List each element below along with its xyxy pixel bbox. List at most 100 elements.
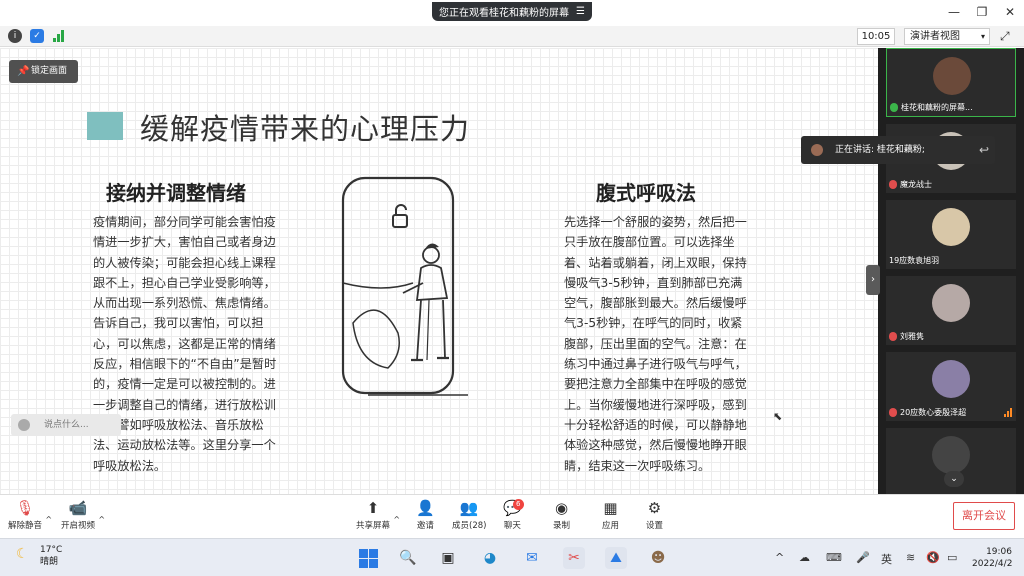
left-heading: 接纳并调整情绪 (106, 181, 246, 205)
clock-date: 2022/4/2 (972, 559, 1013, 569)
meeting-toolbar: 🎙 解除静音 ^ 📹 开启视频 ^ ⬆ 共享屏幕 ^ 👤 邀请 👥 成员(28)… (0, 494, 1024, 538)
mail-icon[interactable]: ✉ (521, 547, 543, 569)
lock-screen-label: 锁定画面 (31, 66, 68, 76)
fullscreen-icon[interactable]: ⤢ (1000, 29, 1010, 44)
pin-icon: 📌 (17, 66, 30, 77)
battery-icon[interactable]: ▭ (947, 551, 957, 564)
windows-start-icon[interactable] (357, 547, 379, 569)
scroll-down-button[interactable]: ⌄ (944, 471, 964, 487)
members-button[interactable]: 👥 成员(28) (452, 499, 486, 531)
avatar (932, 284, 970, 322)
mic-off-icon (889, 408, 897, 417)
participant-name-row: 刘雅隽 (889, 331, 924, 342)
keyboard-icon[interactable]: ⌨ (826, 551, 842, 564)
share-label: 共享屏幕 (356, 521, 391, 531)
chevron-up-icon[interactable]: ^ (393, 515, 400, 524)
weather-temp: 17°C (40, 545, 63, 555)
participant-tile[interactable]: 19应数袁旭羽 (886, 200, 1016, 269)
chevron-up-icon[interactable]: ^ (775, 551, 784, 564)
chat-quick-input[interactable]: 说点什么... (11, 414, 121, 436)
settings-button[interactable]: ⚙ 设置 (646, 499, 663, 531)
participant-name: 魔龙战士 (900, 180, 932, 189)
mute-button[interactable]: 🎙 解除静音 ^ (8, 499, 52, 531)
menu-icon[interactable]: ☰ (576, 6, 585, 17)
search-icon[interactable]: 🔍 (397, 547, 419, 569)
participant-tile[interactable]: 桂花和藕粉的屏幕... (886, 48, 1016, 117)
avatar (811, 144, 823, 156)
participant-name-row: 桂花和藕粉的屏幕... (890, 102, 973, 113)
wifi-icon[interactable]: ≋ (906, 551, 915, 564)
minimize-button[interactable]: — (940, 0, 968, 26)
participant-name: 刘雅隽 (900, 332, 924, 341)
left-body-text: 疫情期间，部分同学可能会害怕疫情进一步扩大，害怕自己或者身边的人被传染；可能会担… (93, 215, 277, 473)
record-icon: ◉ (554, 499, 569, 517)
shield-icon[interactable]: ✓ (30, 29, 44, 43)
video-label: 开启视频 (61, 521, 96, 531)
share-screen-icon: ⬆ (366, 499, 380, 517)
mic-icon (890, 103, 898, 112)
speaking-label: 正在讲话: 桂花和藕粉; (835, 145, 925, 155)
chevron-down-icon: ▾ (980, 32, 985, 41)
video-button[interactable]: 📹 开启视频 ^ (61, 499, 105, 531)
participant-sidebar: 桂花和藕粉的屏幕... 魔龙战士 19应数袁旭羽 刘雅隽 20应数心委殷泽超 (878, 48, 1024, 494)
weather-widget[interactable]: ☾ 17°C 晴朗 (16, 544, 62, 568)
edge-browser-icon[interactable]: ◕ (479, 547, 501, 569)
weather-desc: 晴朗 (40, 557, 59, 567)
record-label: 录制 (553, 521, 571, 531)
signal-icon[interactable] (53, 30, 65, 42)
avatar-app-icon[interactable]: ☻ (647, 547, 669, 569)
leave-meeting-button[interactable]: 离开会议 (953, 502, 1015, 530)
close-button[interactable]: ✕ (996, 0, 1024, 26)
cloud-icon[interactable]: ☁ (799, 551, 810, 564)
apps-label: 应用 (602, 521, 620, 531)
mute-label: 解除静音 (8, 521, 43, 531)
participant-tile[interactable]: 刘雅隽 (886, 276, 1016, 345)
chevron-up-icon[interactable]: ^ (98, 515, 105, 524)
mic-off-icon (889, 180, 897, 189)
sidebar-toggle-handle[interactable]: › (866, 265, 880, 295)
system-clock[interactable]: 19:06 2022/4/2 (972, 546, 1012, 570)
window-controls: — ❐ ✕ (940, 0, 1024, 26)
lock-screen-button[interactable]: 📌 锁定画面 (9, 60, 78, 83)
shared-slide: 📌 锁定画面 缓解疫情带来的心理压力 接纳并调整情绪 疫情期间，部分同学可能会害… (0, 48, 878, 494)
info-icon[interactable]: i (8, 29, 22, 43)
tencent-meeting-icon[interactable]: ✂ (563, 547, 585, 569)
invite-button[interactable]: 👤 邀请 (416, 499, 435, 531)
mic-icon[interactable]: 🎤 (856, 551, 870, 564)
volume-mute-icon[interactable]: 🔇 (926, 551, 940, 564)
title-bar: 您正在观看桂花和藕粉的屏幕 ☰ — ❐ ✕ (0, 0, 1024, 26)
emoji-icon[interactable] (18, 419, 30, 431)
participant-name: 桂花和藕粉的屏幕... (901, 103, 973, 112)
participant-tile[interactable]: 20应数心委殷泽超 (886, 352, 1016, 421)
screen-share-banner[interactable]: 您正在观看桂花和藕粉的屏幕 ☰ (432, 2, 592, 21)
signal-icon (1004, 408, 1012, 417)
mic-off-icon (889, 332, 897, 341)
apps-button[interactable]: ▦ 应用 (602, 499, 619, 531)
participant-name: 20应数心委殷泽超 (900, 408, 967, 417)
record-button[interactable]: ◉ 录制 (553, 499, 570, 531)
view-mode-label: 演讲者视图 (910, 31, 960, 42)
chevron-up-icon[interactable]: ^ (45, 515, 52, 524)
invite-label: 邀请 (416, 521, 434, 531)
meeting-timer: 10:05 (857, 28, 895, 45)
participant-name-row: 魔龙战士 (889, 179, 932, 190)
chat-badge: 6 (512, 499, 524, 510)
restore-button[interactable]: ❐ (968, 0, 996, 26)
ime-indicator[interactable]: 英 (881, 551, 892, 567)
view-mode-dropdown[interactable]: 演讲者视图 ▾ (904, 28, 990, 45)
chat-label: 聊天 (503, 521, 521, 531)
reply-icon[interactable]: ↩ (979, 136, 989, 164)
title-decor-square (87, 112, 123, 140)
moon-icon: ☾ (16, 546, 29, 562)
task-view-icon[interactable]: ▣ (437, 547, 459, 569)
photos-app-icon[interactable]: ⛰ (605, 547, 627, 569)
speaking-indicator: 正在讲话: 桂花和藕粉; ↩ (801, 136, 995, 164)
chat-button[interactable]: 💬 聊天 6 (503, 499, 524, 531)
share-screen-button[interactable]: ⬆ 共享屏幕 ^ (356, 499, 400, 531)
windows-taskbar: ☾ 17°C 晴朗 🔍 ▣ ◕ ✉ ✂ ⛰ ☻ ^ ☁ ⌨ 🎤 英 ≋ 🔇 ▭ … (0, 538, 1024, 576)
participant-name-row: 20应数心委殷泽超 (889, 407, 966, 418)
avatar (932, 436, 970, 474)
apps-icon: ▦ (603, 499, 618, 517)
participant-name: 19应数袁旭羽 (889, 256, 940, 265)
mouse-cursor-icon: ⬉ (773, 410, 783, 423)
